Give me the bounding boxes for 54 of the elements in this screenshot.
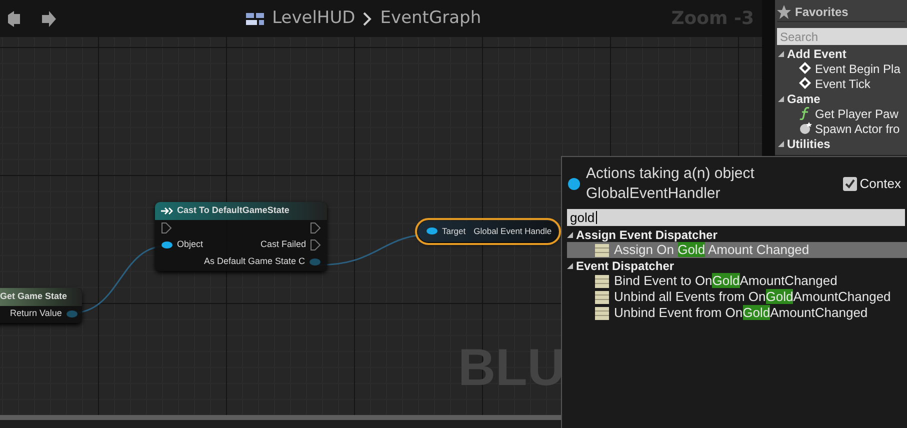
expanded-arrow-icon[interactable]	[777, 140, 785, 148]
exec-pin-icon[interactable]	[161, 222, 172, 234]
palette-item[interactable]: Spawn Actor fro	[815, 120, 900, 138]
menu-heading: Actions taking a(n) object GlobalEventHandler	[586, 164, 756, 204]
data-pin-icon[interactable]	[161, 241, 173, 249]
exec-pin-icon[interactable]	[310, 239, 321, 251]
node-block-icon	[595, 306, 609, 320]
pin-label: Return Value	[10, 307, 62, 320]
chevron-icon	[363, 12, 372, 26]
expanded-arrow-icon[interactable]	[566, 230, 574, 238]
object-pin-icon	[568, 178, 580, 190]
data-pin-icon[interactable]	[426, 227, 438, 236]
exec-pin-icon[interactable]	[310, 222, 321, 234]
checkbox-label: Contex	[860, 175, 901, 194]
category-label[interactable]: Utilities	[787, 134, 830, 152]
cast-arrows-icon	[161, 206, 173, 215]
back-arrow-icon[interactable]	[8, 10, 20, 26]
group-label[interactable]: Event Dispatcher	[576, 256, 674, 274]
expanded-arrow-icon[interactable]	[777, 50, 785, 58]
pin-label: Object	[177, 238, 204, 252]
graph-node[interactable]: Target Global Event Handle	[418, 221, 558, 242]
breadcrumb-link[interactable]: LevelHUD	[272, 6, 356, 32]
node-block-icon	[595, 290, 609, 304]
palette-item[interactable]: Event Tick	[815, 74, 870, 92]
function-icon	[799, 107, 812, 120]
panel-title: Favorites	[795, 4, 848, 20]
palette-item[interactable]: Get Player Paw	[815, 104, 898, 122]
graph-node[interactable]: Cast To DefaultGameState Object Cast Failed As Default Game State C	[155, 202, 327, 270]
graph-node[interactable]: Get Game State Return Value	[0, 288, 82, 322]
pin-label: As Default Game State C	[204, 255, 305, 268]
category-label[interactable]: Add Event	[787, 44, 846, 62]
action-item[interactable]: Assign On Gold Amount Changed	[567, 242, 907, 258]
pin-label: Cast Failed	[260, 238, 306, 252]
node-block-icon	[595, 274, 609, 288]
node-title: Cast To DefaultGameState	[177, 205, 290, 215]
group-label[interactable]: Assign Event Dispatcher	[576, 226, 718, 244]
node-title: Get Game State	[0, 291, 68, 301]
blueprint-grid-icon	[246, 10, 264, 26]
category-label[interactable]: Game	[787, 90, 820, 108]
search-field[interactable]: gold	[567, 209, 905, 226]
expanded-arrow-icon[interactable]	[566, 262, 574, 270]
node-title: Global Event Handle	[474, 225, 552, 238]
node-block-icon	[595, 244, 609, 256]
event-diamond-icon	[799, 62, 812, 75]
search-field[interactable]: Search	[777, 28, 907, 45]
star-icon	[777, 4, 791, 18]
forward-arrow-icon[interactable]	[40, 10, 56, 26]
breadcrumb-link[interactable]: EventGraph	[380, 6, 482, 32]
checkbox[interactable]	[842, 177, 857, 191]
palette-item[interactable]: Event Begin Pla	[815, 60, 900, 78]
pin-label: Target	[442, 225, 466, 238]
expanded-arrow-icon[interactable]	[777, 94, 785, 102]
orb-icon	[799, 122, 812, 135]
event-diamond-icon	[799, 77, 812, 90]
